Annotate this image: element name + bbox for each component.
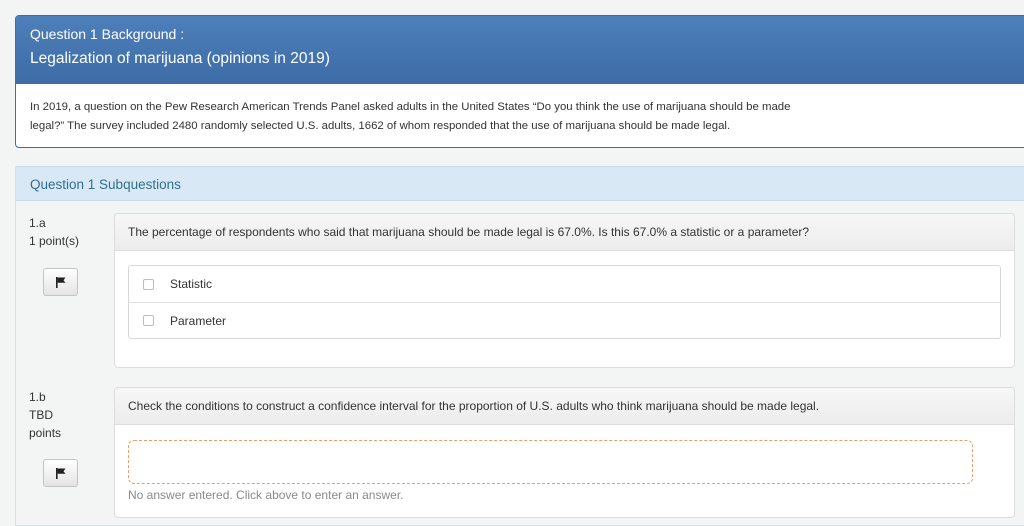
background-label: Question 1 Background : — [30, 26, 185, 42]
answer-hint: No answer entered. Click above to enter … — [128, 488, 404, 502]
flag-icon — [55, 467, 65, 479]
choice-list: Statistic Parameter — [128, 265, 1001, 339]
subquestion-points: 1 point(s) — [29, 234, 80, 248]
choice-label: Parameter — [170, 313, 227, 328]
choice-parameter[interactable]: Parameter — [129, 302, 1000, 338]
background-panel: Question 1 Background : Legalization of … — [15, 15, 1024, 148]
answer-input[interactable] — [128, 440, 973, 484]
subquestion-number: 1.b — [29, 390, 46, 404]
checkbox-icon[interactable] — [143, 278, 154, 290]
background-text: In 2019, a question on the Pew Research … — [16, 84, 1024, 147]
flag-button-1b[interactable] — [43, 459, 78, 487]
background-text-line: In 2019, a question on the Pew Research … — [30, 101, 791, 113]
subquestion-1a-question: The percentage of respondents who said t… — [115, 214, 1014, 251]
flag-button-1a[interactable] — [43, 268, 78, 296]
subquestions-header: Question 1 Subquestions — [16, 166, 1024, 201]
subquestion-1a-card: The percentage of respondents who said t… — [114, 213, 1015, 368]
subquestion-1b-question: Check the conditions to construct a conf… — [115, 388, 1014, 425]
choice-statistic[interactable]: Statistic — [129, 266, 1000, 302]
background-header: Question 1 Background : Legalization of … — [16, 16, 1024, 84]
background-title: Legalization of marijuana (opinions in 2… — [30, 50, 330, 67]
subquestion-1b-meta: 1.b TBD points — [29, 388, 61, 442]
flag-icon — [55, 276, 65, 288]
choice-label: Statistic — [170, 277, 213, 291]
subquestion-number: 1.a — [29, 216, 46, 230]
subquestion-1a-meta: 1.a 1 point(s) — [29, 214, 79, 250]
subquestion-1b-card: Check the conditions to construct a conf… — [114, 387, 1015, 518]
background-text-line: legal?” The survey included 2480 randoml… — [30, 120, 731, 132]
checkbox-icon[interactable] — [143, 315, 154, 326]
subquestion-points: points — [29, 426, 62, 440]
subquestion-points: TBD — [29, 408, 53, 422]
